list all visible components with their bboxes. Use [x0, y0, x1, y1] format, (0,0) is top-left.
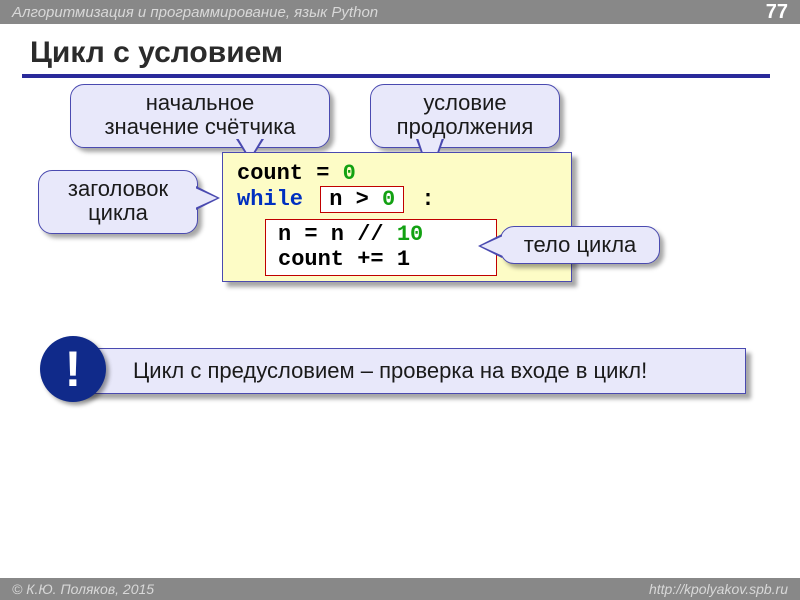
note-text: Цикл с предусловием – проверка на входе … [133, 358, 647, 384]
callout-initial-text: начальное значение счётчика [104, 90, 295, 139]
callout-condition-text: условие продолжения [397, 90, 534, 139]
code-text: n = n // [278, 222, 397, 247]
diagram-stage: начальное значение счётчика условие прод… [0, 78, 800, 558]
exclamation-badge: ! [40, 336, 106, 402]
callout-body-arrow-fill [481, 236, 503, 256]
exclamation-text: ! [65, 340, 82, 398]
code-text: : [408, 187, 434, 212]
code-num: 0 [343, 161, 356, 186]
page-number: 77 [766, 1, 788, 24]
callout-header-text: заголовок цикла [68, 176, 168, 225]
callout-body-text: тело цикла [524, 232, 637, 257]
course-name: Алгоритмизация и программирование, язык … [12, 4, 378, 21]
callout-condition: условие продолжения [370, 84, 560, 148]
footer-url: http://kpolyakov.spb.ru [649, 581, 788, 597]
callout-body: тело цикла [500, 226, 660, 264]
code-line-1: count = 0 [237, 161, 557, 186]
code-keyword-while: while [237, 187, 303, 212]
callout-header-arrow-fill [195, 188, 217, 208]
code-body-box: n = n // 10 count += 1 [265, 219, 497, 276]
code-text: n > [329, 187, 382, 212]
code-num: 10 [397, 222, 423, 247]
note-bar: Цикл с предусловием – проверка на входе … [76, 348, 746, 394]
code-body-line-2: count += 1 [278, 247, 484, 272]
topbar: Алгоритмизация и программирование, язык … [0, 0, 800, 24]
footer: © К.Ю. Поляков, 2015 http://kpolyakov.sp… [0, 578, 800, 600]
code-body-line-1: n = n // 10 [278, 222, 484, 247]
code-line-2: while n > 0 : [237, 186, 557, 213]
callout-header: заголовок цикла [38, 170, 198, 234]
page-title: Цикл с условием [0, 24, 800, 70]
callout-initial: начальное значение счётчика [70, 84, 330, 148]
code-text: count = [237, 161, 343, 186]
footer-author: © К.Ю. Поляков, 2015 [12, 581, 154, 597]
code-condition-box: n > 0 [320, 186, 404, 213]
code-num: 0 [382, 187, 395, 212]
